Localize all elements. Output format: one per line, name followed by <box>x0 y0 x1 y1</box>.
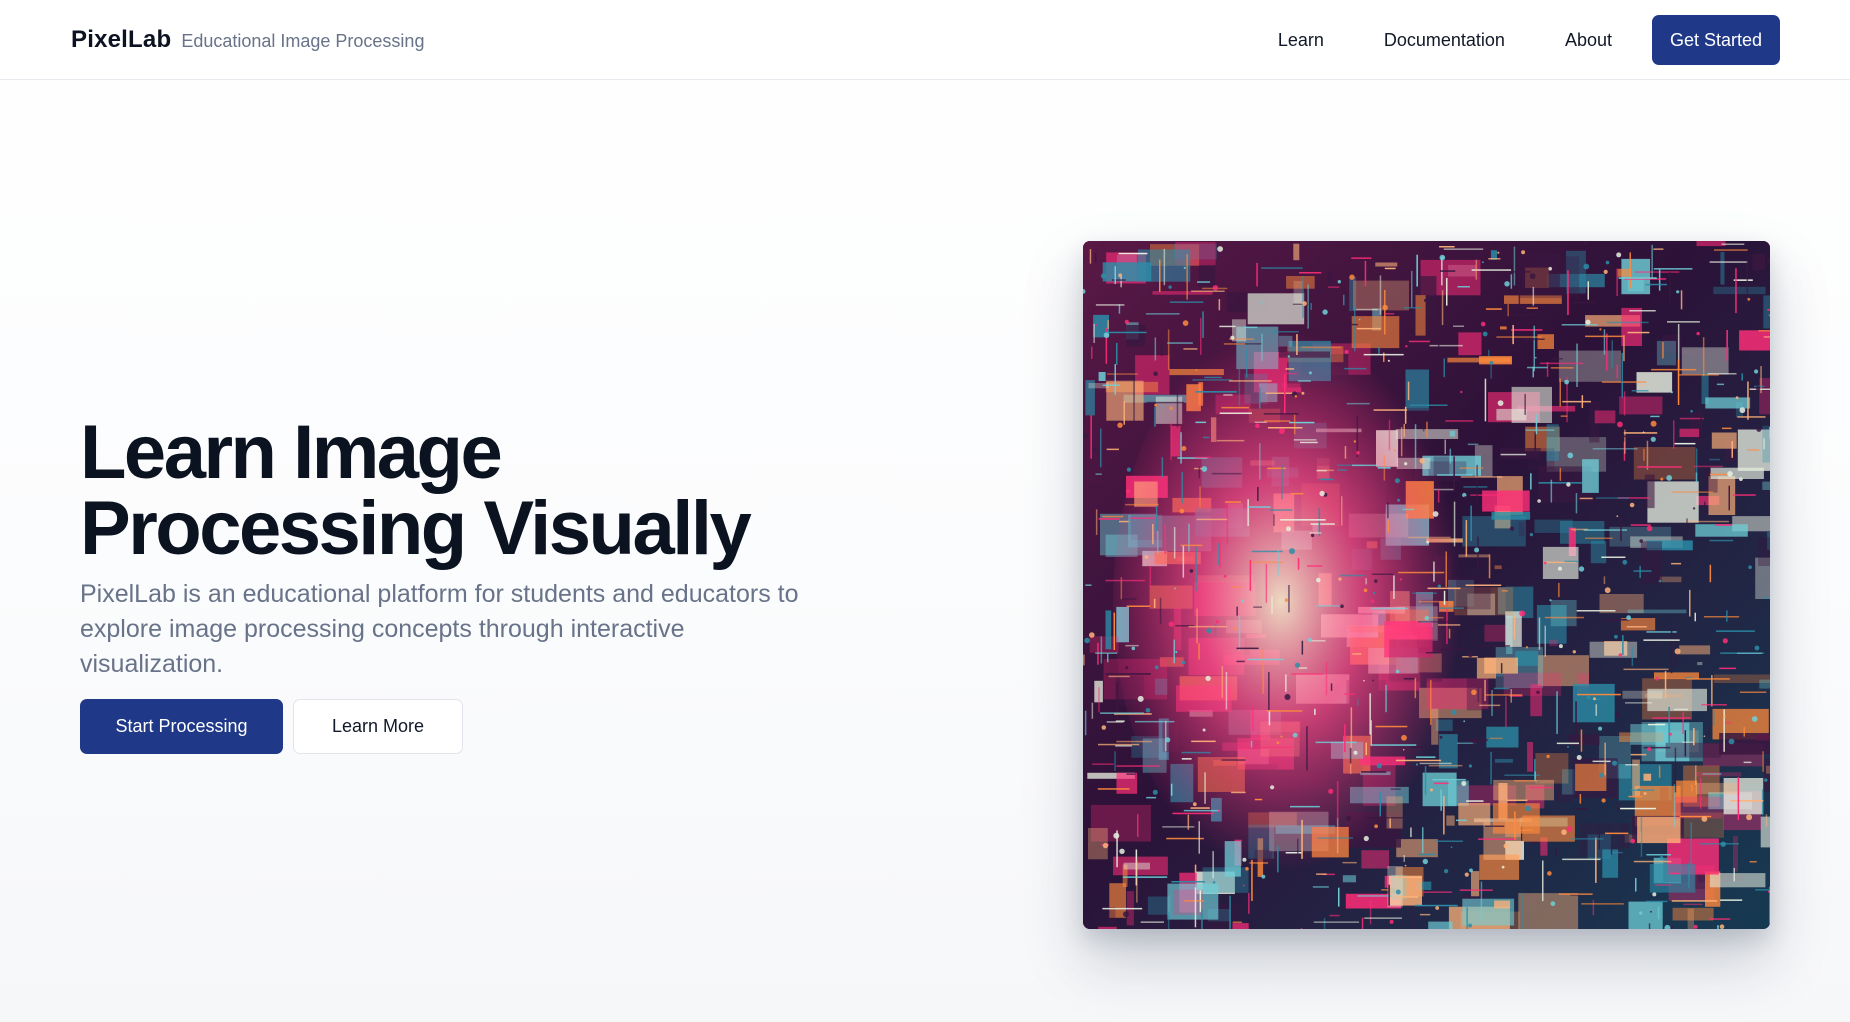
hero-title: Learn Image Processing Visually <box>80 410 752 571</box>
hero-content: Learn Image Processing Visually PixelLab… <box>80 415 860 754</box>
hero-image <box>1083 241 1770 929</box>
nav-link-documentation[interactable]: Documentation <box>1384 18 1505 63</box>
hero-description: PixelLab is an educational platform for … <box>80 580 799 678</box>
site-header: PixelLab Educational Image Processing Le… <box>0 0 1850 80</box>
start-processing-button[interactable]: Start Processing <box>80 699 283 754</box>
brand-name[interactable]: PixelLab <box>71 26 171 54</box>
learn-more-button[interactable]: Learn More <box>293 699 463 754</box>
nav-link-learn[interactable]: Learn <box>1278 18 1324 63</box>
get-started-button[interactable]: Get Started <box>1652 15 1780 65</box>
brand[interactable]: PixelLab Educational Image Processing <box>71 26 424 54</box>
main-nav: Learn Documentation About Get Started <box>1278 15 1780 65</box>
hero-image-art <box>1083 241 1770 929</box>
hero-actions: Start Processing Learn More <box>80 699 860 754</box>
nav-link-about[interactable]: About <box>1565 18 1612 63</box>
brand-tagline: Educational Image Processing <box>181 31 425 51</box>
